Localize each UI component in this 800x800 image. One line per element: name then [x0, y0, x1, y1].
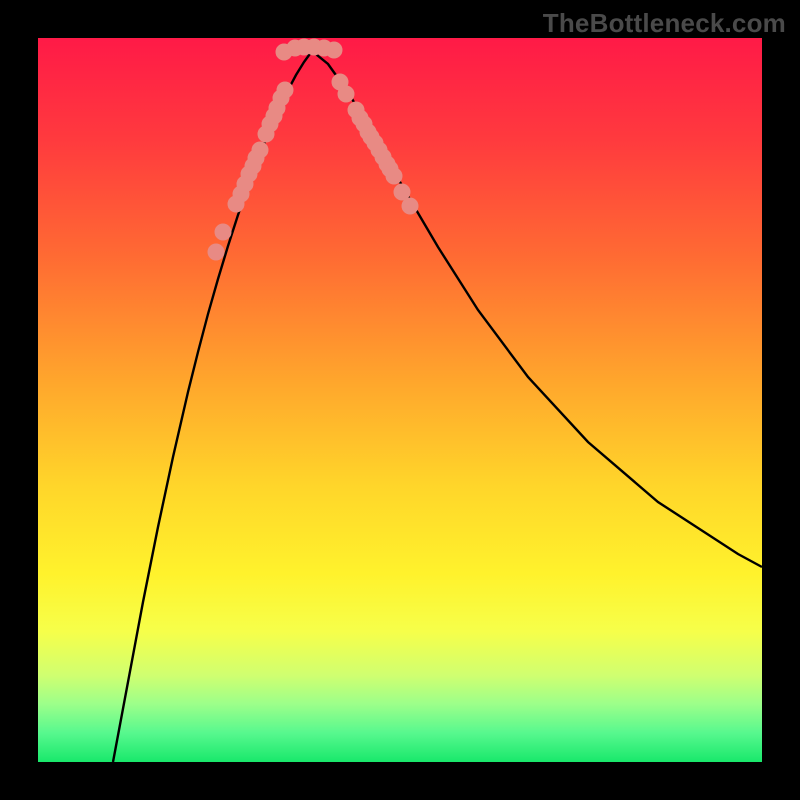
- data-dot: [386, 168, 402, 184]
- chart-svg: [38, 38, 762, 762]
- watermark-text: TheBottleneck.com: [543, 8, 786, 39]
- dots-left-branch: [208, 82, 293, 260]
- plot-area: [38, 38, 762, 762]
- data-dot: [215, 224, 231, 240]
- right-curve: [312, 51, 762, 567]
- curve-group: [113, 51, 762, 762]
- data-dot: [326, 42, 342, 58]
- data-dot: [252, 142, 268, 158]
- dots-right-branch: [332, 74, 418, 214]
- data-dot: [208, 244, 224, 260]
- data-dot: [277, 82, 293, 98]
- chart-frame: TheBottleneck.com: [0, 0, 800, 800]
- data-dot: [338, 86, 354, 102]
- data-dot: [402, 198, 418, 214]
- data-dot: [394, 184, 410, 200]
- left-curve: [113, 51, 312, 762]
